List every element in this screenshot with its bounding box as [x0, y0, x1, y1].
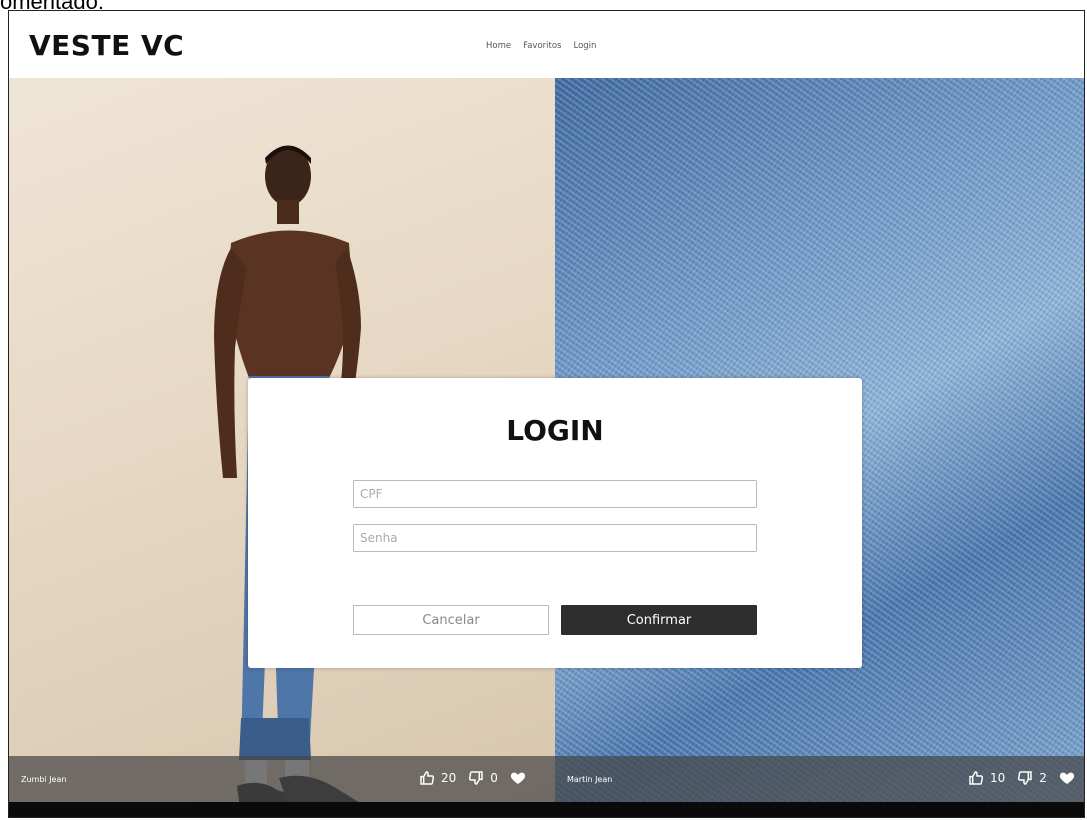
product-caption-bar: Zumbi Jean 20 0: [9, 756, 555, 804]
thumbs-up-icon[interactable]: [419, 770, 435, 786]
app-window: VESTE VC Home Favoritos Login Zumbi Jean…: [8, 10, 1085, 818]
main-nav: Home Favoritos Login: [486, 41, 596, 51]
nav-home[interactable]: Home: [486, 41, 511, 51]
product-name[interactable]: Martin Jean: [567, 775, 612, 784]
like-count: 10: [990, 771, 1006, 785]
dislike-count: 2: [1039, 771, 1047, 785]
thumbs-down-icon[interactable]: [1017, 770, 1033, 786]
heart-icon[interactable]: [510, 770, 526, 786]
login-title: LOGIN: [506, 414, 604, 447]
footer-strip: [9, 802, 1084, 817]
heart-icon[interactable]: [1059, 770, 1075, 786]
cpf-input[interactable]: [353, 480, 757, 508]
password-input[interactable]: [353, 524, 757, 552]
like-count: 20: [441, 771, 457, 785]
brand-logo[interactable]: VESTE VC: [29, 29, 184, 62]
nav-login[interactable]: Login: [573, 41, 596, 51]
thumbs-up-icon[interactable]: [968, 770, 984, 786]
cancel-button[interactable]: Cancelar: [353, 605, 549, 635]
product-stats: 20 0: [419, 770, 526, 786]
dislike-count: 0: [490, 771, 498, 785]
product-caption-bar: Martin Jean 10 2: [555, 756, 1084, 804]
product-name[interactable]: Zumbi Jean: [21, 775, 66, 784]
login-modal: LOGIN Cancelar Confirmar: [248, 378, 862, 668]
confirm-button[interactable]: Confirmar: [561, 605, 757, 635]
thumbs-down-icon[interactable]: [468, 770, 484, 786]
site-header: VESTE VC Home Favoritos Login: [9, 11, 1084, 78]
product-stats: 10 2: [968, 770, 1075, 786]
nav-favoritos[interactable]: Favoritos: [523, 41, 561, 51]
